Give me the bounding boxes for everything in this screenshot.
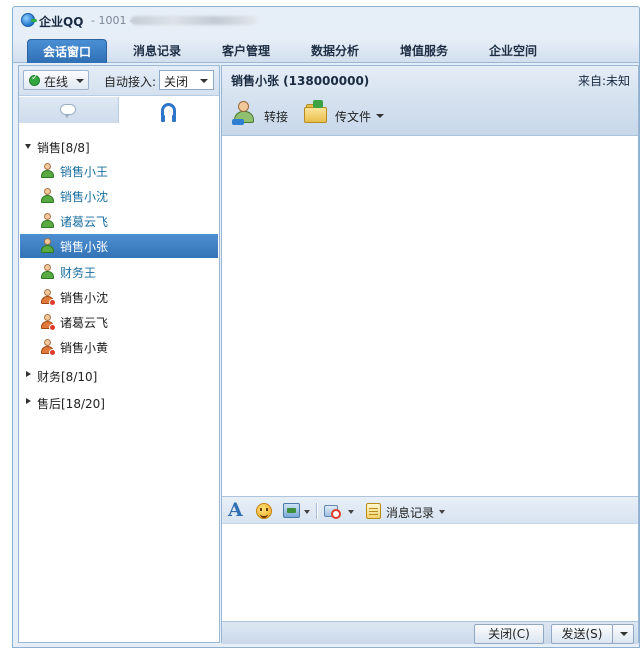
chevron-down-icon[interactable] [304, 510, 310, 514]
contact-name: 财务王 [60, 266, 97, 280]
user-busy-icon [40, 289, 56, 306]
contact-name: 销售小王 [60, 165, 109, 179]
contact-name: 诸葛云飞 [60, 215, 109, 229]
tab-chat-window[interactable]: 会话窗口 [27, 39, 107, 63]
tab-value-added-services[interactable]: 增值服务 [384, 39, 464, 63]
chevron-down-icon [76, 79, 84, 83]
main-tabs: 会话窗口 消息记录 客户管理 数据分析 增值服务 企业空间 [13, 37, 639, 63]
input-toolbar: A 消息记录 [222, 496, 638, 524]
group-label: 财务[8/10] [37, 370, 98, 384]
chat-contact-title: 销售小张 (138000000) [231, 74, 370, 88]
tab-customer-service[interactable] [119, 97, 219, 123]
contact-item[interactable]: 销售小黄 [20, 335, 218, 359]
scrollbar[interactable] [635, 137, 638, 495]
contact-view-tabs [19, 97, 219, 123]
collapse-arrow-icon [26, 371, 31, 377]
message-input[interactable] [222, 525, 638, 621]
user-online-icon [40, 188, 54, 204]
contact-item-selected[interactable]: 销售小张 [20, 234, 218, 258]
send-button[interactable]: 发送(S) [551, 624, 613, 644]
status-row: 在线 自动接入: 关闭 [19, 66, 219, 96]
contact-item[interactable]: 销售小王 [20, 159, 218, 183]
user-online-icon [40, 238, 54, 254]
message-history-icon[interactable] [366, 503, 381, 519]
chat-source-label: 来自:未知 [577, 74, 630, 88]
account-id: - 1001 - [91, 14, 134, 27]
screenshot-icon[interactable] [283, 503, 300, 518]
message-history-button[interactable]: 消息记录 [386, 504, 434, 521]
transfer-button[interactable]: 转接 [264, 108, 288, 125]
app-window: 企业QQ - 1001 - 会话窗口 消息记录 客户管理 数据分析 增值服务 企… [12, 6, 640, 648]
user-busy-icon [40, 339, 56, 356]
collapse-arrow-icon [26, 398, 31, 404]
user-online-icon [40, 264, 54, 280]
send-options-button[interactable] [612, 624, 634, 644]
user-busy-icon [40, 314, 56, 331]
chevron-down-icon[interactable] [439, 510, 445, 514]
contact-item[interactable]: 诸葛云飞 [20, 310, 218, 334]
tab-data-analysis[interactable]: 数据分析 [295, 39, 375, 63]
block-message-icon[interactable] [324, 503, 342, 519]
redacted-account-name [131, 16, 257, 25]
user-online-icon [40, 213, 54, 229]
toolbar-divider [316, 503, 317, 519]
chevron-down-icon [620, 632, 628, 636]
message-display-area[interactable] [222, 137, 638, 495]
chat-panel: 销售小张 (138000000) 来自:未知 转接 传文件 A 消息记录 关闭(… [221, 65, 639, 644]
contact-item[interactable]: 销售小沈 [20, 285, 218, 309]
contact-name: 销售小沈 [60, 190, 109, 204]
online-status-icon [29, 73, 40, 86]
tab-enterprise-space[interactable]: 企业空间 [473, 39, 553, 63]
qq-logo-icon [21, 13, 37, 27]
chevron-down-icon [200, 79, 208, 83]
contact-item[interactable]: 诸葛云飞 [20, 209, 218, 233]
auto-accept-select[interactable]: 关闭 [159, 70, 214, 90]
chat-header: 销售小张 (138000000) 来自:未知 [222, 66, 638, 94]
headset-icon [161, 103, 176, 122]
expand-arrow-icon [25, 144, 31, 149]
contact-name: 诸葛云飞 [60, 316, 109, 330]
contact-item[interactable]: 销售小沈 [20, 184, 218, 208]
contact-name: 销售小黄 [60, 341, 109, 355]
chat-toolbar: 转接 传文件 [222, 94, 638, 136]
chat-bubble-icon [60, 104, 76, 118]
chevron-down-icon[interactable] [376, 114, 384, 118]
status-dropdown[interactable]: 在线 [23, 70, 89, 90]
close-button[interactable]: 关闭(C) [474, 624, 544, 644]
contact-name: 销售小沈 [60, 291, 109, 305]
app-title: 企业QQ [39, 15, 84, 29]
action-bar: 关闭(C) 发送(S) [222, 621, 638, 644]
font-icon[interactable]: A [228, 499, 243, 521]
chevron-down-icon[interactable] [348, 510, 354, 514]
contact-item[interactable]: 财务王 [20, 260, 218, 284]
send-file-folder-icon[interactable] [304, 100, 328, 124]
contact-name: 销售小张 [60, 240, 109, 254]
tab-conversations[interactable] [19, 97, 119, 123]
status-label: 在线 [44, 75, 69, 89]
contact-panel: 在线 自动接入: 关闭 销售[8/8] 销售小王 [18, 65, 220, 643]
user-online-icon [40, 163, 54, 179]
group-label: 售后[18/20] [37, 397, 105, 411]
emoji-icon[interactable] [256, 503, 272, 519]
title-bar[interactable]: 企业QQ - 1001 - [13, 7, 639, 35]
tab-message-history[interactable]: 消息记录 [117, 39, 197, 63]
send-file-button[interactable]: 传文件 [335, 108, 371, 125]
auto-accept-value: 关闭 [164, 75, 189, 89]
group-label: 销售[8/8] [37, 141, 90, 155]
tab-customer-management[interactable]: 客户管理 [206, 39, 286, 63]
transfer-user-icon[interactable] [232, 101, 256, 127]
auto-accept-label: 自动接入: [104, 75, 157, 89]
